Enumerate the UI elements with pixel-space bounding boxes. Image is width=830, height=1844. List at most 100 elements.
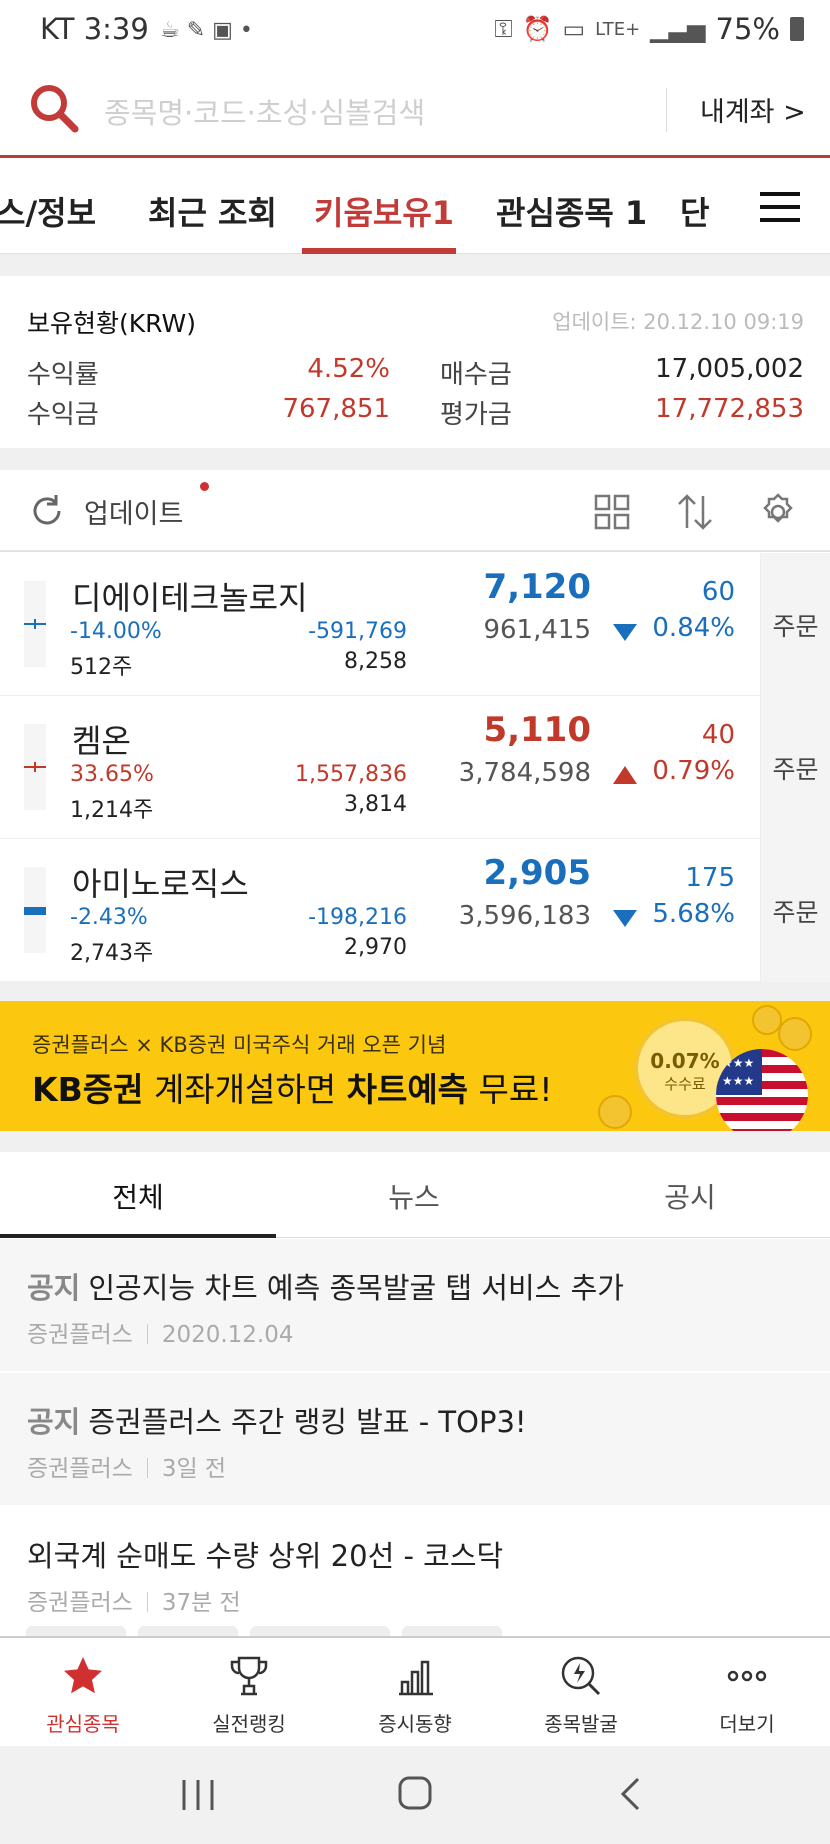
stock-row[interactable]: 디에이테크놀로지 -14.00% 512주 -591,769 8,258 7,1… xyxy=(0,553,830,696)
banner-title-mid: 계좌개설하면 xyxy=(143,1070,347,1109)
section-gap xyxy=(0,1131,830,1152)
discover-icon xyxy=(561,1656,601,1696)
new-dot xyxy=(200,482,209,491)
news-source: 증권플러스 xyxy=(27,1456,133,1482)
stock-row[interactable]: 켐온 33.65% 1,214주 1,557,836 3,814 5,110 3… xyxy=(0,696,830,839)
nav-discover[interactable]: 종목발굴 xyxy=(498,1654,664,1737)
news-title: 인공지능 차트 예측 종목발굴 탭 서비스 추가 xyxy=(88,1271,624,1305)
purchase-label: 매수금 xyxy=(440,360,512,390)
current-price: 7,120 xyxy=(483,567,591,607)
star-icon xyxy=(64,1657,102,1694)
network-label: LTE+ xyxy=(595,18,641,40)
news-title: 외국계 순매도 수량 상위 20선 - 코스닥 xyxy=(27,1539,504,1573)
nav-more[interactable]: 더보기 xyxy=(664,1654,830,1737)
avg-price: 2,970 xyxy=(344,935,407,960)
stock-name: 아미노로직스 xyxy=(72,865,249,903)
news-time: 3일 전 xyxy=(161,1456,227,1482)
bar-chart-icon xyxy=(399,1660,433,1696)
tab-news-info[interactable]: 스/정보 xyxy=(0,188,96,234)
news-tabs: 전체 뉴스 공시 xyxy=(0,1152,830,1238)
up-arrow-icon xyxy=(613,766,637,784)
status-bar: KT 3:39 ☕ ✎ ▣ • ⚿ ⏰ ▭ LTE+ ▁▃▅ 75% xyxy=(0,0,830,60)
change-percent: 0.84% xyxy=(652,613,735,643)
order-button[interactable]: 주문 xyxy=(760,696,830,839)
quantity: 512주 xyxy=(70,655,133,680)
section-gap xyxy=(0,448,830,470)
recent-apps-icon[interactable] xyxy=(180,1776,216,1814)
avg-price: 3,814 xyxy=(344,792,407,817)
nav-market[interactable]: 증시동향 xyxy=(332,1654,498,1737)
fee-percent: 0.07% xyxy=(650,1049,720,1073)
change-percent: 0.79% xyxy=(652,756,735,786)
nav-watchlist[interactable]: 관심종목 xyxy=(0,1654,166,1737)
carrier-time: KT 3:39 xyxy=(40,12,149,46)
down-arrow-icon xyxy=(613,624,637,641)
change-percent: 5.68% xyxy=(652,899,735,929)
news-source: 증권플러스 xyxy=(27,1322,133,1348)
back-icon[interactable] xyxy=(618,1776,644,1812)
news-source: 증권플러스 xyxy=(27,1590,133,1616)
trophy-icon xyxy=(230,1656,268,1696)
bottom-nav: 관심종목 실전랭킹 증시동향 종목발굴 더보기 xyxy=(0,1636,830,1746)
grid-view-icon[interactable] xyxy=(594,494,630,530)
banner-title: KB증권 계좌개설하면 차트예측 무료! xyxy=(32,1063,553,1111)
profit-loss: 1,557,836 xyxy=(295,762,407,787)
valuation-label: 평가금 xyxy=(440,400,512,430)
sort-icon[interactable] xyxy=(676,492,714,532)
hamburger-menu-icon[interactable] xyxy=(760,192,800,222)
promo-banner[interactable]: 증권플러스 × KB증권 미국주식 거래 오픈 기념 KB증권 계좌개설하면 차… xyxy=(0,1001,830,1131)
my-account-link[interactable]: 내계좌 > xyxy=(700,90,806,129)
tab-kiwoom-holdings[interactable]: 키움보유1 xyxy=(314,188,454,234)
system-nav-bar xyxy=(0,1746,830,1844)
nav-ranking[interactable]: 실전랭킹 xyxy=(166,1654,332,1737)
home-icon[interactable] xyxy=(396,1774,434,1812)
update-button[interactable]: 업데이트 xyxy=(84,492,183,531)
valuation-value: 17,772,853 xyxy=(655,394,804,424)
news-item[interactable]: 공지 인공지능 차트 예측 종목발굴 탭 서비스 추가 증권플러스 2020.12.… xyxy=(0,1239,830,1371)
more-icon xyxy=(727,1670,767,1682)
volume: 3,596,183 xyxy=(458,901,591,931)
order-button[interactable]: 주문 xyxy=(760,839,830,982)
mini-price-bar xyxy=(24,581,46,667)
holdings-title: 보유현황(KRW) xyxy=(27,309,196,338)
nav-label: 실전랭킹 xyxy=(212,1712,286,1736)
avg-price: 8,258 xyxy=(344,649,407,674)
news-item[interactable]: 외국계 순매도 수량 상위 20선 - 코스닥 증권플러스 37분 전 xyxy=(0,1507,830,1639)
updated-time: 업데이트: 20.12.10 09:19 xyxy=(552,310,804,334)
search-input[interactable]: 종목명·코드·초성·심볼검색 xyxy=(104,90,425,132)
divider xyxy=(666,88,667,132)
tab-next[interactable]: 단 xyxy=(680,188,709,234)
list-toolbar: 업데이트 xyxy=(0,470,830,552)
price-change: 60 xyxy=(701,577,735,607)
profit-loss: -198,216 xyxy=(308,905,407,930)
return-rate: -14.00% xyxy=(70,619,162,644)
battery-percent: 75% xyxy=(715,12,780,46)
stock-row[interactable]: 아미노로직스 -2.43% 2,743주 -198,216 2,970 2,90… xyxy=(0,839,830,982)
return-rate: -2.43% xyxy=(70,905,148,930)
notification-icons: ☕ ✎ ▣ • xyxy=(160,18,253,43)
banner-title-end: 무료! xyxy=(468,1070,553,1109)
profit-value: 767,851 xyxy=(282,394,390,424)
search-icon[interactable] xyxy=(28,82,80,134)
news-item[interactable]: 공지 증권플러스 주간 랭킹 발표 - TOP3! 증권플러스 3일 전 xyxy=(0,1373,830,1505)
tab-all[interactable]: 전체 xyxy=(0,1176,276,1216)
refresh-icon[interactable] xyxy=(28,492,66,530)
key-icon: ⚿ xyxy=(494,15,513,43)
tab-recent[interactable]: 최근 조회 xyxy=(148,188,277,234)
holdings-summary: 보유현황(KRW) 업데이트: 20.12.10 09:19 수익률 4.52%… xyxy=(0,276,830,448)
tab-watchlist-1[interactable]: 관심종목 1 xyxy=(496,188,647,234)
section-gap xyxy=(0,254,830,276)
stock-name: 켐온 xyxy=(72,722,131,760)
order-button[interactable]: 주문 xyxy=(760,553,830,696)
tab-disclosure[interactable]: 공시 xyxy=(552,1176,828,1216)
price-change: 40 xyxy=(701,720,735,750)
us-flag-icon: ★★★ ★★★ xyxy=(716,1049,808,1131)
active-tab-indicator xyxy=(0,1234,276,1238)
return-rate-value: 4.52% xyxy=(307,354,390,384)
settings-gear-icon[interactable] xyxy=(758,492,798,532)
search-bar[interactable]: 종목명·코드·초성·심볼검색 내계좌 > xyxy=(0,60,830,158)
banner-title-brand: KB증권 xyxy=(32,1070,144,1109)
hd-icon: ▭ xyxy=(562,15,586,43)
tab-news[interactable]: 뉴스 xyxy=(276,1176,552,1216)
quantity: 1,214주 xyxy=(70,798,154,823)
